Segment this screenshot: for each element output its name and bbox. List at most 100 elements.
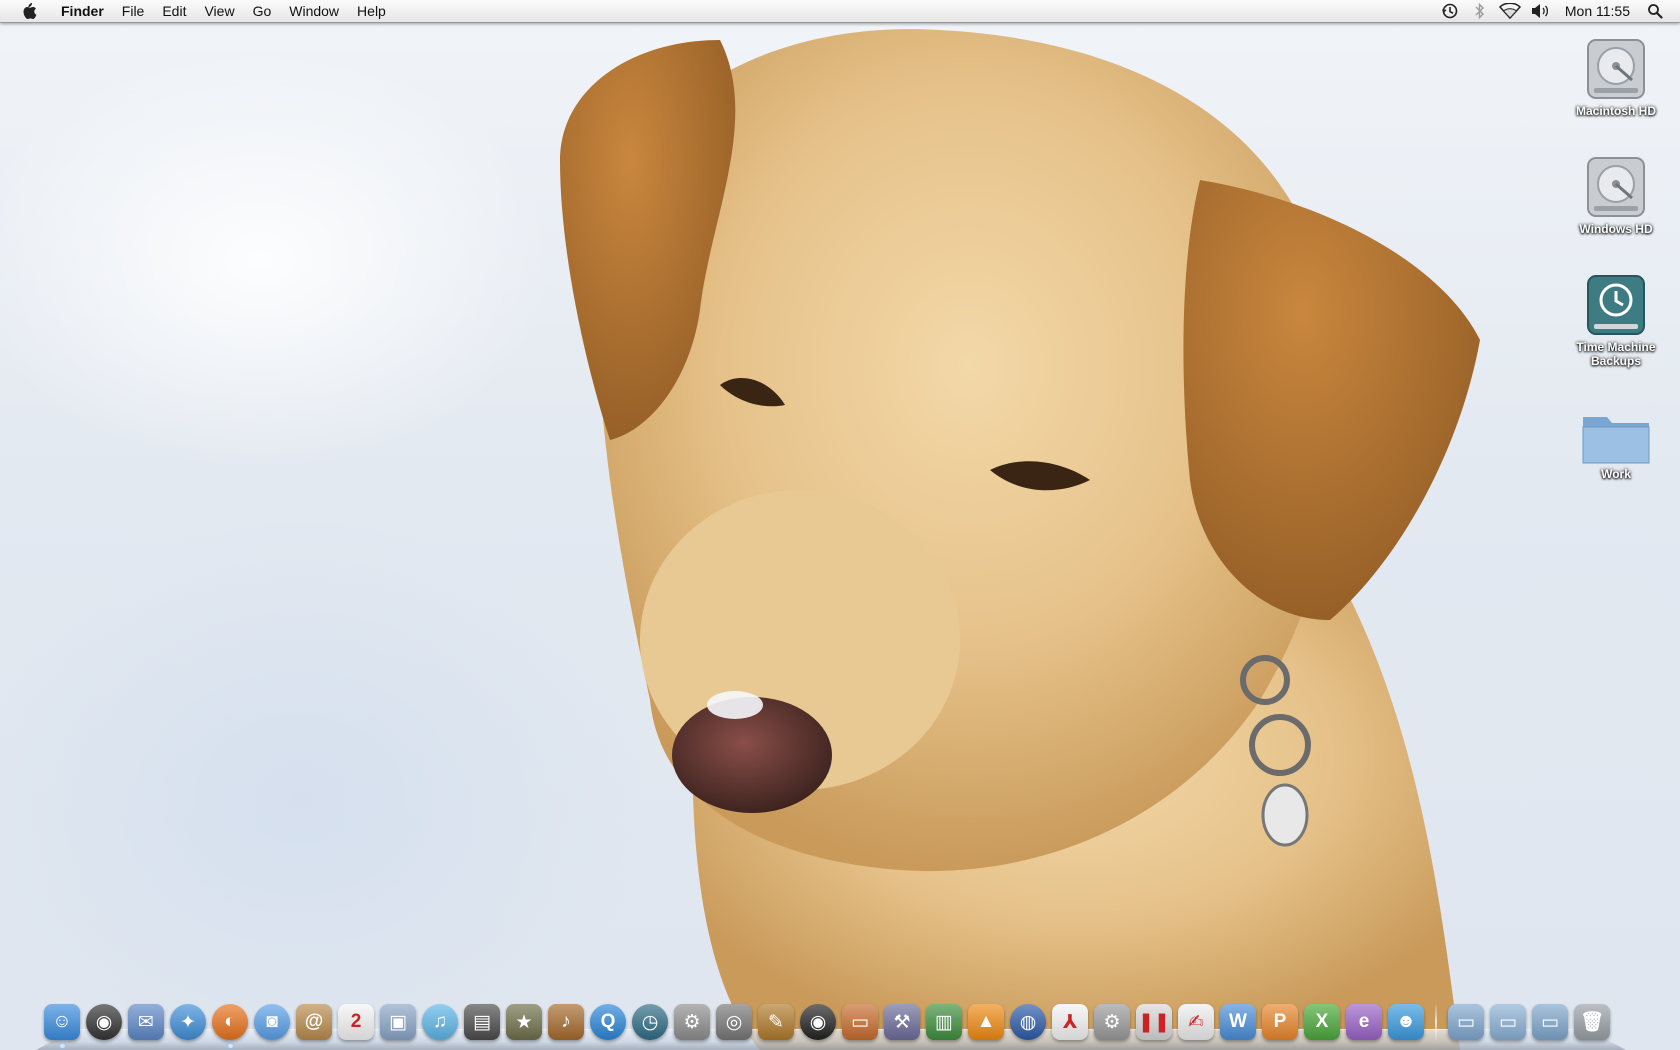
dock-item-aperture[interactable]: ◉ <box>798 1002 838 1042</box>
dock-item-garageband[interactable]: ♪ <box>546 1002 586 1042</box>
menu-window[interactable]: Window <box>280 0 348 22</box>
applications-stack-icon: ▭ <box>1448 1004 1484 1040</box>
downloads-stack-icon: ▭ <box>1532 1004 1568 1040</box>
dock: ☺ ◉ ✉ ✦ ◐ ◙ @2 ▣ ♫ ▤ ★ ♪ Q ◷ ⚙ ◎ ✎ ◉ ▭ ⚒ ▥ ▲ ◍ ⅄ ⚙ ❚❚ ✍ W P Xe ☻ ▭ ▭ ▭ 🗑 <box>36 988 1626 1050</box>
time-machine-drive-icon <box>1581 268 1651 338</box>
messenger-icon: ☻ <box>1388 1004 1424 1040</box>
xcode-icon: ⚒ <box>884 1004 920 1040</box>
desktop-icon-macintosh-hd[interactable]: Macintosh HD <box>1561 32 1671 118</box>
volume-icon[interactable] <box>1529 0 1551 22</box>
vlc-icon: ▲ <box>968 1004 1004 1040</box>
dock-item-quicktime[interactable]: Q <box>588 1002 628 1042</box>
desktop-wallpaper <box>0 0 1680 1050</box>
dock-item-parallels[interactable]: ❚❚ <box>1134 1002 1174 1042</box>
dock-item-ical[interactable]: 2 <box>336 1002 376 1042</box>
dock-item-keynote[interactable]: ▭ <box>840 1002 880 1042</box>
dock-item-numbers[interactable]: ▥ <box>924 1002 964 1042</box>
imovie-icon: ★ <box>506 1004 542 1040</box>
dock-item-entourage[interactable]: e <box>1344 1002 1384 1042</box>
excel-icon: X <box>1304 1004 1340 1040</box>
dock-item-dashboard[interactable]: ◉ <box>84 1002 124 1042</box>
dock-item-powerpoint[interactable]: P <box>1260 1002 1300 1042</box>
numbers-icon: ▥ <box>926 1004 962 1040</box>
bluetooth-icon[interactable] <box>1469 0 1491 22</box>
dock-item-automator[interactable]: ⚙ <box>1092 1002 1132 1042</box>
dock-item-messenger[interactable]: ☻ <box>1386 1002 1426 1042</box>
dock-item-vlc[interactable]: ▲ <box>966 1002 1006 1042</box>
dock-item-system-preferences[interactable]: ⚙ <box>672 1002 712 1042</box>
finder-icon: ☺ <box>44 1004 80 1040</box>
desktop-icon-label: Windows HD <box>1579 222 1653 236</box>
photo-booth-icon: ▤ <box>464 1004 500 1040</box>
apple-menu-icon[interactable] <box>18 0 40 22</box>
menu-help[interactable]: Help <box>348 0 395 22</box>
dock-item-iphoto[interactable]: ▣ <box>378 1002 418 1042</box>
script-editor-icon: ✎ <box>758 1004 794 1040</box>
dock-item-downloads-stack[interactable]: ▭ <box>1530 1002 1570 1042</box>
hard-drive-icon <box>1581 150 1651 220</box>
textedit-icon: ✍ <box>1178 1004 1214 1040</box>
dock-item-imovie[interactable]: ★ <box>504 1002 544 1042</box>
dock-item-xcode[interactable]: ⚒ <box>882 1002 922 1042</box>
wifi-icon[interactable] <box>1498 0 1521 22</box>
dock-item-finder[interactable]: ☺ <box>42 1002 82 1048</box>
automator-icon: ⚙ <box>1094 1004 1130 1040</box>
entourage-icon: e <box>1346 1004 1382 1040</box>
dock-item-trash[interactable]: 🗑 <box>1572 1002 1612 1042</box>
menubar-clock[interactable]: Mon 11:55 <box>1555 0 1640 22</box>
dock-item-excel[interactable]: X <box>1302 1002 1342 1042</box>
menu-edit[interactable]: Edit <box>153 0 195 22</box>
mail-icon: ✉ <box>128 1004 164 1040</box>
iphoto-icon: ▣ <box>380 1004 416 1040</box>
dock-item-documents-stack[interactable]: ▭ <box>1488 1002 1528 1042</box>
desktop-icon-work-folder[interactable]: Work <box>1561 395 1671 481</box>
time-machine-icon[interactable] <box>1439 0 1461 22</box>
ical-icon: 2 <box>338 1004 374 1040</box>
menu-file[interactable]: File <box>113 0 154 22</box>
address-book-icon: @ <box>296 1004 332 1040</box>
dock-item-photo-booth[interactable]: ▤ <box>462 1002 502 1042</box>
dock-item-script-editor[interactable]: ✎ <box>756 1002 796 1042</box>
dock-items: ☺ ◉ ✉ ✦ ◐ ◙ @2 ▣ ♫ ▤ ★ ♪ Q ◷ ⚙ ◎ ✎ ◉ ▭ ⚒ ▥ ▲ ◍ ⅄ ⚙ ❚❚ ✍ W P Xe ☻ ▭ ▭ ▭ 🗑 <box>41 988 1613 1048</box>
dock-item-firefox[interactable]: ◐ <box>210 1002 250 1048</box>
google-earth-icon: ◍ <box>1010 1004 1046 1040</box>
dashboard-icon: ◉ <box>86 1004 122 1040</box>
app-menu-finder[interactable]: Finder <box>52 0 113 22</box>
documents-stack-icon: ▭ <box>1490 1004 1526 1040</box>
dock-item-mail[interactable]: ✉ <box>126 1002 166 1042</box>
dock-item-time-machine[interactable]: ◷ <box>630 1002 670 1042</box>
dock-item-adobe-reader[interactable]: ⅄ <box>1050 1002 1090 1042</box>
garageband-icon: ♪ <box>548 1004 584 1040</box>
desktop-icon-label: Work <box>1601 467 1631 481</box>
dock-item-safari[interactable]: ✦ <box>168 1002 208 1042</box>
dock-item-disk-utility[interactable]: ◎ <box>714 1002 754 1042</box>
dock-item-applications-stack[interactable]: ▭ <box>1446 1002 1486 1042</box>
dock-item-address-book[interactable]: @ <box>294 1002 334 1042</box>
dock-item-google-earth[interactable]: ◍ <box>1008 1002 1048 1042</box>
desktop-icon-label: Macintosh HD <box>1575 104 1656 118</box>
dock-item-ichat[interactable]: ◙ <box>252 1002 292 1042</box>
menu-go[interactable]: Go <box>244 0 281 22</box>
adobe-reader-icon: ⅄ <box>1052 1004 1088 1040</box>
parallels-icon: ❚❚ <box>1136 1004 1172 1040</box>
folder-icon <box>1581 395 1651 465</box>
dock-item-word[interactable]: W <box>1218 1002 1258 1042</box>
hard-drive-icon <box>1581 32 1651 102</box>
desktop-icon-time-machine-backups[interactable]: Time Machine Backups <box>1561 268 1671 368</box>
disk-utility-icon: ◎ <box>716 1004 752 1040</box>
spotlight-search-icon[interactable] <box>1644 0 1666 22</box>
menu-view[interactable]: View <box>195 0 243 22</box>
dock-separator[interactable] <box>1435 1002 1437 1042</box>
dock-item-textedit[interactable]: ✍ <box>1176 1002 1216 1042</box>
menu-bar: Finder File Edit View Go Window Help Mon… <box>0 0 1680 23</box>
system-preferences-icon: ⚙ <box>674 1004 710 1040</box>
keynote-icon: ▭ <box>842 1004 878 1040</box>
firefox-icon: ◐ <box>212 1004 248 1040</box>
powerpoint-icon: P <box>1262 1004 1298 1040</box>
itunes-icon: ♫ <box>422 1004 458 1040</box>
dock-item-itunes[interactable]: ♫ <box>420 1002 460 1042</box>
aperture-icon: ◉ <box>800 1004 836 1040</box>
desktop-icon-windows-hd[interactable]: Windows HD <box>1561 150 1671 236</box>
safari-icon: ✦ <box>170 1004 206 1040</box>
quicktime-icon: Q <box>590 1004 626 1040</box>
